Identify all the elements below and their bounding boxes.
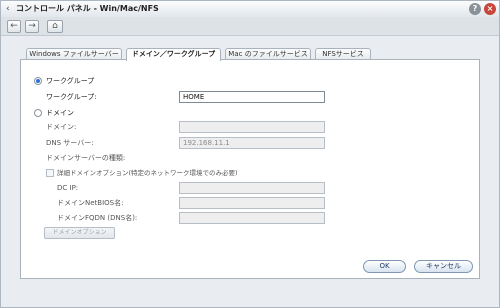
navigation-bar: ← → ⌂ bbox=[1, 17, 499, 36]
dc-ip-input[interactable] bbox=[179, 182, 325, 194]
ok-button[interactable]: OK bbox=[363, 260, 406, 273]
domain-radio[interactable] bbox=[34, 109, 42, 117]
workgroup-radio-label: ワークグループ bbox=[46, 77, 95, 85]
window-title: コントロール パネル - Win/Mac/NFS bbox=[16, 4, 159, 13]
forward-arrow-icon[interactable]: → bbox=[25, 20, 39, 33]
title-back-icon[interactable]: ‹ bbox=[6, 4, 14, 14]
workgroup-radio[interactable] bbox=[34, 77, 42, 85]
netbios-name-label: ドメインNetBIOS名: bbox=[57, 199, 124, 207]
advanced-domain-options-checkbox[interactable] bbox=[46, 169, 54, 177]
close-icon[interactable]: × bbox=[484, 3, 496, 15]
workgroup-field-label: ワークグループ: bbox=[46, 93, 97, 101]
home-icon[interactable]: ⌂ bbox=[47, 20, 63, 33]
domain-radio-label: ドメイン bbox=[46, 109, 74, 117]
workgroup-input[interactable]: HOME bbox=[179, 91, 325, 103]
netbios-name-input[interactable] bbox=[179, 197, 325, 209]
dns-server-label: DNS サーバー: bbox=[46, 139, 94, 147]
control-panel-window: ‹ コントロール パネル - Win/Mac/NFS ? × ← → ⌂ Win… bbox=[0, 0, 500, 308]
title-bar: ‹ コントロール パネル - Win/Mac/NFS ? × bbox=[1, 1, 499, 17]
domain-server-type-label: ドメインサーバーの種類: bbox=[46, 154, 126, 162]
tab-domain-workgroup[interactable]: ドメイン／ワークグループ bbox=[126, 48, 221, 61]
dns-server-input[interactable]: 192.168.11.1 bbox=[179, 137, 325, 149]
fqdn-name-input[interactable] bbox=[179, 212, 325, 224]
domain-field-label: ドメイン: bbox=[46, 123, 77, 131]
domain-input[interactable] bbox=[179, 121, 325, 133]
cancel-button[interactable]: キャンセル bbox=[414, 260, 473, 273]
dc-ip-label: DC IP: bbox=[57, 184, 79, 192]
advanced-domain-options-label: 詳細ドメインオプション(特定のネットワーク環境でのみ必要) bbox=[57, 169, 238, 177]
fqdn-name-label: ドメインFQDN (DNS名): bbox=[57, 214, 138, 222]
help-icon[interactable]: ? bbox=[469, 3, 481, 15]
back-arrow-icon[interactable]: ← bbox=[7, 20, 21, 33]
domain-options-button[interactable]: ドメインオプション bbox=[44, 227, 115, 239]
